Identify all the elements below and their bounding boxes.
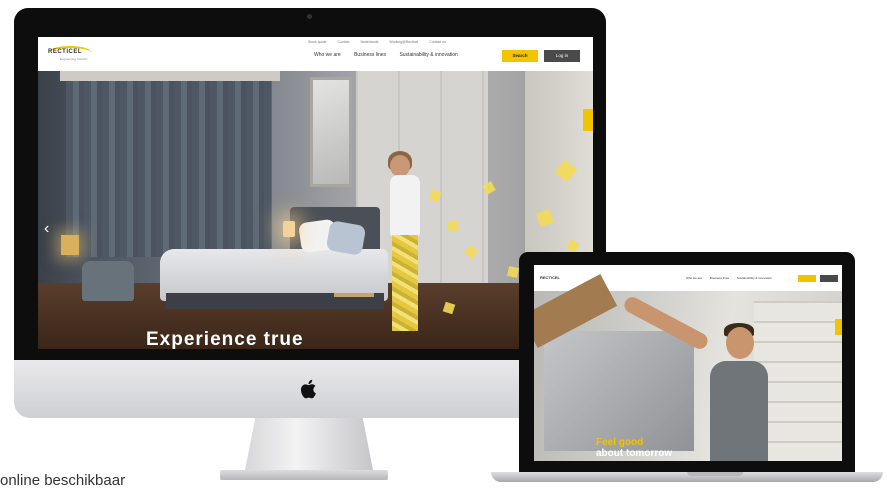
imac-stand — [245, 418, 373, 470]
pelmet — [60, 71, 280, 81]
stand-neck — [245, 418, 373, 470]
nav-item-who-we-are[interactable]: Who we are — [686, 276, 702, 280]
imac-device: RECTICEL Engineering Comfort Stock quote… — [14, 8, 606, 418]
logo-tagline: Engineering Comfort — [60, 57, 88, 61]
login-button[interactable]: Log in — [544, 50, 580, 62]
search-button[interactable]: Search — [502, 50, 538, 62]
imac-screen: RECTICEL Engineering Comfort Stock quote… — [38, 37, 593, 349]
woman-body — [390, 175, 420, 237]
camera-icon — [307, 14, 312, 19]
hero-image: Feel good about tomorrow — [534, 273, 842, 461]
side-tab-button[interactable] — [583, 109, 593, 131]
floor-lamp — [61, 235, 79, 255]
hero-image: ‹ Experience true — [38, 71, 593, 349]
main-nav: Who we are Business lines Sustainability… — [686, 276, 779, 280]
search-button[interactable] — [798, 275, 816, 282]
hero-title: Experience true — [146, 329, 304, 349]
imac-bezel: RECTICEL Engineering Comfort Stock quote… — [14, 8, 606, 360]
apple-logo-icon — [300, 379, 316, 399]
utility-link-careers[interactable]: Working@Recticel — [389, 40, 418, 44]
chevron-left-icon[interactable]: ‹ — [44, 221, 54, 237]
side-table — [334, 293, 374, 297]
hero-title-line2: about tomorrow — [596, 448, 673, 459]
hero-title-line1: Feel good — [596, 437, 644, 448]
logo-name: RECTICEL — [48, 49, 82, 55]
nav-item-business-lines[interactable]: Business lines — [710, 276, 729, 280]
main-nav: Who we are Business lines Sustainability… — [314, 52, 470, 58]
macbook-lid: RECTICEL Who we are Business lines Susta… — [519, 252, 855, 472]
sticky-note-legs — [392, 235, 418, 331]
utility-link-stock[interactable]: Stock quote — [308, 40, 326, 44]
nav-item-who-we-are[interactable]: Who we are — [314, 52, 341, 58]
armchair — [82, 261, 134, 301]
painting — [310, 77, 352, 187]
bedside-lamp — [283, 221, 295, 237]
insulation-panel — [544, 331, 694, 451]
nav-item-sustainability[interactable]: Sustainability & innovation — [737, 276, 772, 280]
side-tab-button[interactable] — [835, 319, 842, 335]
site-header: RECTICEL Engineering Comfort Stock quote… — [38, 37, 593, 72]
imac-chin — [14, 360, 606, 418]
sticky-note — [507, 266, 519, 278]
woman-head — [390, 155, 410, 177]
caption-text: online beschikbaar — [0, 472, 126, 489]
man-head — [726, 327, 754, 359]
macbook-device: RECTICEL Who we are Business lines Susta… — [491, 252, 883, 482]
site-logo[interactable]: RECTICEL — [540, 275, 560, 280]
stand-foot — [220, 470, 388, 480]
nav-item-sustainability[interactable]: Sustainability & innovation — [399, 52, 457, 58]
utility-nav: Stock quote Contact Nederlands Working@R… — [308, 40, 456, 46]
curtain — [66, 77, 272, 257]
utility-link-language[interactable]: Nederlands — [361, 40, 379, 44]
login-button[interactable] — [820, 275, 838, 282]
utility-link-contact-us[interactable]: Contact us — [429, 40, 446, 44]
macbook-screen: RECTICEL Who we are Business lines Susta… — [534, 265, 842, 461]
man-body — [710, 361, 768, 461]
utility-link-contact[interactable]: Contact — [337, 40, 349, 44]
nav-item-business-lines[interactable]: Business lines — [354, 52, 386, 58]
macbook-notch — [687, 472, 743, 476]
site-logo[interactable]: RECTICEL Engineering Comfort — [48, 46, 108, 63]
pillow — [325, 220, 367, 256]
